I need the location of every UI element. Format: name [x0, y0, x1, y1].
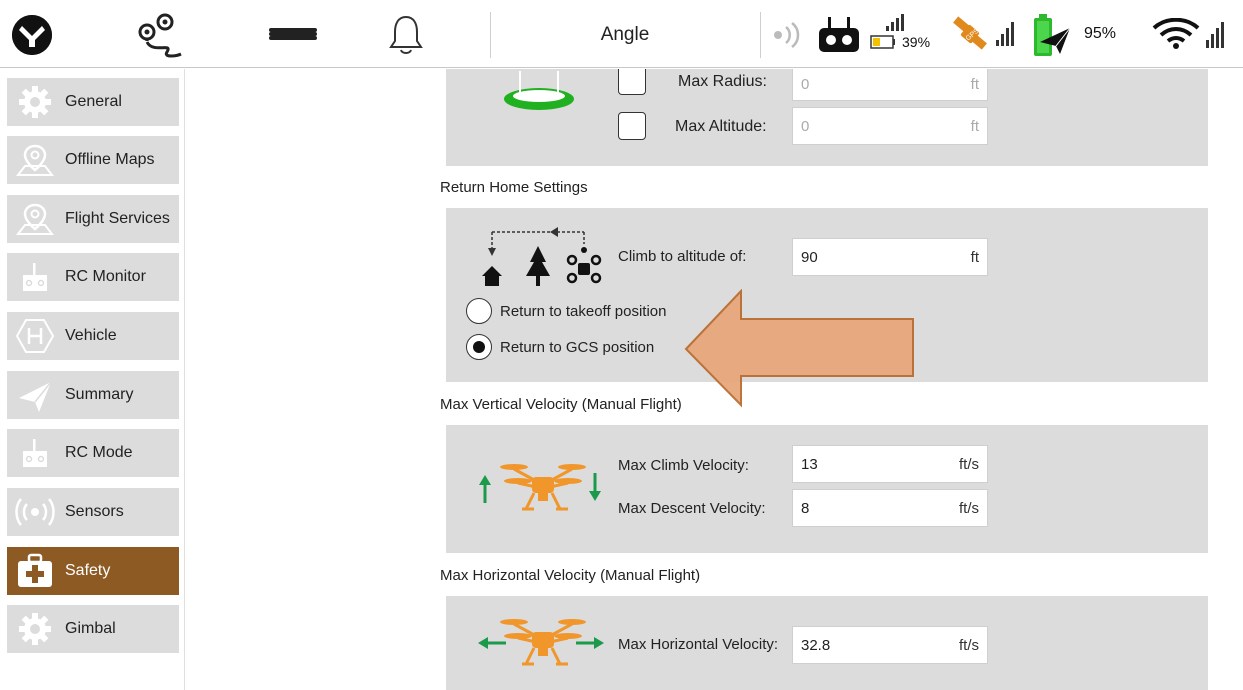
gps-satellite-icon: GPS: [948, 12, 1018, 56]
max-descent-unit: ft/s: [958, 499, 979, 517]
sidebar-item-label: RC Mode: [65, 444, 133, 461]
max-altitude-unit: ft: [970, 117, 979, 135]
sidebar-item-label: Safety: [65, 562, 111, 579]
safety-settings-content[interactable]: Max Radius: 0 ft Max Altitude: 0 ft Retu…: [186, 69, 1243, 690]
vertical-velocity-title: Max Vertical Velocity (Manual Flight): [440, 396, 682, 413]
map-pin-icon: [13, 136, 57, 184]
max-descent-input[interactable]: 8 ft/s: [792, 489, 988, 527]
app-logo[interactable]: [12, 15, 52, 55]
max-radius-value: 0: [801, 76, 810, 93]
sidebar-item-general[interactable]: General: [7, 78, 179, 126]
hexagon-h-icon: [13, 312, 57, 360]
max-horizontal-unit: ft/s: [958, 636, 979, 654]
climb-altitude-label: Climb to altitude of:: [618, 248, 747, 265]
rc-signal-icon: [770, 20, 804, 50]
max-horizontal-input[interactable]: 32.8 ft/s: [792, 626, 988, 664]
flight-mode-label[interactable]: Angle: [560, 20, 690, 50]
annotation-arrow: [681, 288, 926, 409]
sidebar-item-label: Gimbal: [65, 620, 116, 637]
sidebar-item-gimbal[interactable]: Gimbal: [7, 605, 179, 653]
geofence-panel: Max Radius: 0 ft Max Altitude: 0 ft: [446, 69, 1208, 166]
sidebar-item-label: Summary: [65, 386, 134, 403]
return-takeoff-label: Return to takeoff position: [500, 302, 667, 320]
max-altitude-label: Max Altitude:: [675, 118, 767, 135]
hamburger-menu-icon[interactable]: [268, 14, 318, 54]
sidebar-item-label: Sensors: [65, 503, 124, 520]
rc-battery-percent: 39%: [902, 34, 931, 50]
rc-icon: [13, 429, 57, 477]
sidebar-item-sensors[interactable]: Sensors: [7, 488, 179, 536]
divider: [760, 12, 761, 58]
climb-altitude-input[interactable]: 90 ft: [792, 238, 988, 276]
wifi-signal-icon: [1150, 18, 1230, 50]
sidebar-item-vehicle[interactable]: Vehicle: [7, 312, 179, 360]
gear-icon: [13, 605, 57, 653]
horizontal-velocity-title: Max Horizontal Velocity (Manual Flight): [440, 567, 701, 584]
max-climb-value: 13: [801, 455, 818, 473]
signal-icon: [13, 488, 57, 536]
remote-controller-icon: [816, 14, 862, 54]
settings-sidebar: General Offline Maps Flight Services RC …: [0, 69, 185, 690]
sidebar-item-summary[interactable]: Summary: [7, 371, 179, 419]
max-radius-label: Max Radius:: [678, 73, 767, 90]
sidebar-item-label: Offline Maps: [65, 151, 155, 168]
horizontal-velocity-panel: Max Horizontal Velocity: 32.8 ft/s: [446, 596, 1208, 690]
climb-altitude-unit: ft: [970, 248, 979, 266]
drone-vertical-icon: [476, 453, 606, 527]
sidebar-item-rc-monitor[interactable]: RC Monitor: [7, 253, 179, 301]
sidebar-item-label: Vehicle: [65, 327, 117, 344]
climb-altitude-value: 90: [801, 248, 818, 266]
max-descent-label: Max Descent Velocity:: [618, 500, 766, 517]
battery-percent: 95%: [1083, 25, 1117, 42]
return-gcs-option[interactable]: Return to GCS position: [466, 334, 654, 360]
battery-icon: [1030, 12, 1074, 58]
return-takeoff-radio[interactable]: [466, 298, 492, 324]
max-radius-unit: ft: [970, 76, 979, 93]
map-pin-icon: [13, 195, 57, 243]
return-gcs-radio[interactable]: [466, 334, 492, 360]
max-altitude-input[interactable]: 0 ft: [792, 107, 988, 145]
divider: [490, 12, 491, 58]
max-radius-checkbox[interactable]: [618, 69, 646, 95]
geofence-icon: [500, 69, 578, 113]
max-radius-input[interactable]: 0 ft: [792, 69, 988, 101]
max-descent-value: 8: [801, 499, 810, 517]
plan-route-icon[interactable]: [133, 12, 189, 58]
sidebar-item-offline-maps[interactable]: Offline Maps: [7, 136, 179, 184]
logo-icon: [12, 15, 52, 55]
max-horizontal-label: Max Horizontal Velocity:: [618, 636, 779, 653]
sidebar-item-flight-services[interactable]: Flight Services: [7, 195, 179, 243]
max-climb-unit: ft/s: [958, 455, 979, 473]
vertical-velocity-panel: Max Climb Velocity: 13 ft/s Max Descent …: [446, 425, 1208, 553]
drone-horizontal-icon: [476, 614, 606, 688]
sidebar-item-label: RC Monitor: [65, 268, 146, 285]
max-climb-label: Max Climb Velocity:: [618, 457, 749, 474]
top-bar: Angle 39% GPS 95%: [0, 0, 1243, 68]
return-takeoff-option[interactable]: Return to takeoff position: [466, 298, 667, 324]
max-climb-input[interactable]: 13 ft/s: [792, 445, 988, 483]
max-altitude-value: 0: [801, 117, 810, 135]
notifications-bell-icon[interactable]: [386, 14, 426, 56]
return-gcs-label: Return to GCS position: [500, 338, 655, 356]
max-horizontal-value: 32.8: [801, 636, 831, 654]
sidebar-item-label: General: [65, 93, 122, 110]
gear-icon: [13, 78, 57, 126]
paper-plane-icon: [13, 371, 57, 419]
first-aid-icon: [13, 547, 57, 595]
sidebar-item-safety[interactable]: Safety: [7, 547, 179, 595]
max-altitude-checkbox[interactable]: [618, 112, 646, 140]
sidebar-item-label: Flight Services: [65, 210, 170, 227]
return-home-icon: [474, 226, 604, 286]
return-home-title: Return Home Settings: [440, 179, 588, 196]
rc-icon: [13, 253, 57, 301]
sidebar-item-rc-mode[interactable]: RC Mode: [7, 429, 179, 477]
